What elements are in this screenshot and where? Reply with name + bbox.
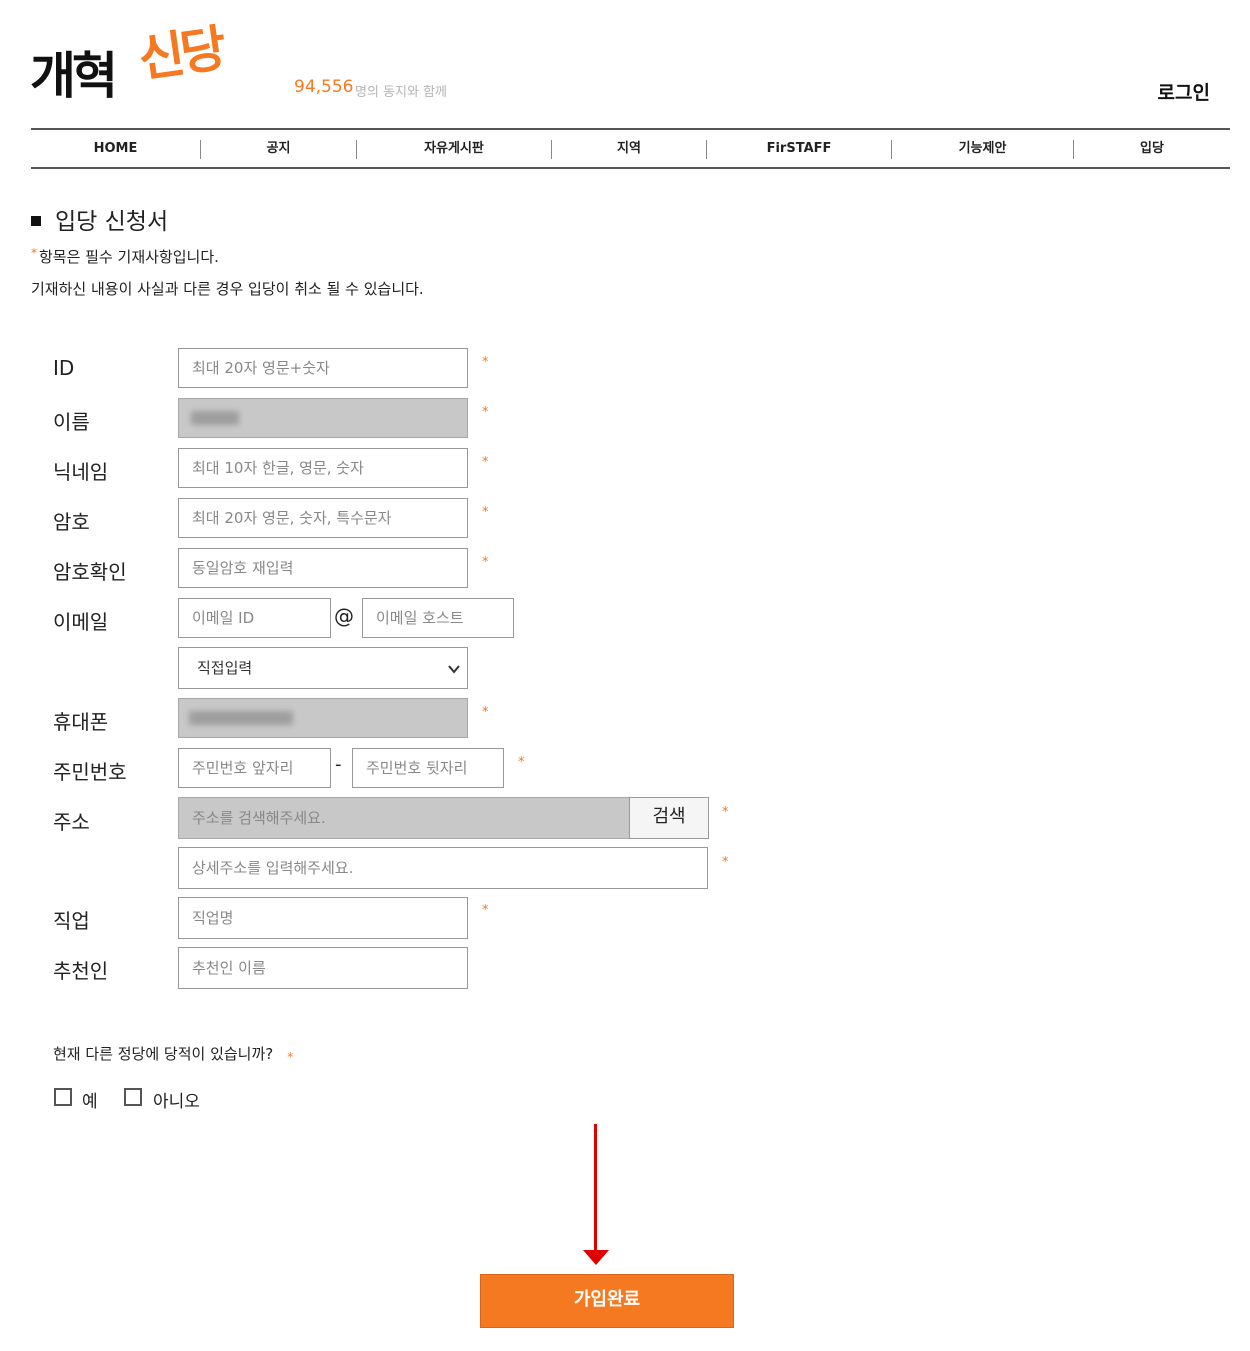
checkbox-no[interactable] [124, 1088, 142, 1106]
email-at-sign: @ [334, 604, 354, 628]
required-star: * [482, 505, 489, 520]
resident-number-label: 주민번호 [53, 760, 127, 784]
resident-dash: - [335, 754, 342, 775]
main-nav: HOME 공지 자유게시판 지역 FirSTAFF 기능제안 입당 [31, 128, 1230, 169]
chevron-down-icon [447, 649, 461, 705]
logo-text-orange: 신당 [134, 19, 227, 89]
password-input[interactable]: 최대 20자 영문, 숫자, 특수문자 [178, 498, 468, 538]
cancel-notice: 기재하신 내용이 사실과 다른 경우 입당이 취소 될 수 있습니다. [31, 280, 424, 298]
id-label: ID [53, 356, 75, 380]
job-label: 직업 [53, 909, 90, 933]
email-domain-select[interactable]: 직접입력 [178, 647, 468, 689]
member-count-suffix: 명의 동지와 함께 [355, 85, 447, 100]
page-title-text: 입당 신청서 [55, 209, 169, 235]
annotation-arrow-line [594, 1124, 597, 1254]
submit-button[interactable]: 가입완료 [480, 1274, 734, 1328]
nav-item-home[interactable]: HOME [31, 130, 200, 167]
nav-item-region[interactable]: 지역 [552, 130, 706, 167]
arrow-down-icon [583, 1250, 609, 1265]
required-star: * [722, 805, 729, 820]
password-label: 암호 [53, 510, 90, 534]
required-star: * [518, 755, 525, 770]
required-star: * [482, 455, 489, 470]
required-star: * [722, 855, 729, 870]
required-notice-text: 항목은 필수 기재사항입니다. [39, 248, 219, 266]
nav-item-free-board[interactable]: 자유게시판 [357, 130, 551, 167]
option-yes-label: 예 [82, 1092, 98, 1112]
logo-text-black: 개혁 [30, 47, 118, 105]
id-input[interactable]: 최대 20자 영문+숫자 [178, 348, 468, 388]
nav-item-notice[interactable]: 공지 [201, 130, 356, 167]
referrer-input[interactable]: 추천인 이름 [178, 947, 468, 989]
member-count: 94,556 [294, 77, 354, 97]
title-bullet-icon [31, 216, 41, 226]
resident-front-input[interactable]: 주민번호 앞자리 [178, 748, 331, 788]
party-question-text: 현재 다른 정당에 당적이 있습니까? [53, 1045, 274, 1063]
required-star: * [482, 705, 489, 720]
required-star: * [482, 555, 489, 570]
login-link[interactable]: 로그인 [1158, 78, 1210, 105]
required-star: * [287, 1050, 294, 1064]
name-input[interactable] [178, 398, 468, 438]
phone-label: 휴대폰 [53, 710, 109, 734]
site-logo[interactable]: 개혁 신당 [30, 14, 260, 106]
nickname-label: 닉네임 [53, 460, 109, 484]
checkbox-yes[interactable] [54, 1088, 72, 1106]
required-star: * [482, 903, 489, 918]
address-detail-input[interactable]: 상세주소를 입력해주세요. [178, 847, 708, 889]
required-star: * [482, 355, 489, 370]
referrer-label: 추천인 [53, 959, 109, 983]
password-confirm-input[interactable]: 동일암호 재입력 [178, 548, 468, 588]
job-input[interactable]: 직업명 [178, 897, 468, 939]
page-title: 입당 신청서 [31, 202, 168, 236]
required-notice: * 항목은 필수 기재사항입니다. [31, 246, 219, 267]
phone-input[interactable] [178, 698, 468, 738]
redacted-value [189, 711, 293, 725]
required-star: * [31, 246, 37, 260]
nav-item-join[interactable]: 입당 [1074, 130, 1230, 167]
resident-back-input[interactable]: 주민번호 뒷자리 [352, 748, 504, 788]
email-domain-selected: 직접입력 [197, 659, 253, 677]
nav-item-feature-suggestion[interactable]: 기능제안 [892, 130, 1073, 167]
address-label: 주소 [53, 810, 90, 834]
required-star: * [482, 405, 489, 420]
name-label: 이름 [53, 410, 90, 434]
email-id-input[interactable]: 이메일 ID [178, 598, 331, 638]
email-label: 이메일 [53, 610, 109, 634]
password-confirm-label: 암호확인 [53, 560, 127, 584]
party-membership-question: 현재 다른 정당에 당적이 있습니까? * [53, 1043, 293, 1064]
nav-item-firstaff[interactable]: FirSTAFF [707, 130, 891, 167]
option-no-label: 아니오 [153, 1092, 200, 1112]
nickname-input[interactable]: 최대 10자 한글, 영문, 숫자 [178, 448, 468, 488]
address-search-input[interactable]: 주소를 검색해주세요. [178, 797, 630, 839]
email-host-input[interactable]: 이메일 호스트 [362, 598, 514, 638]
address-search-button[interactable]: 검색 [629, 797, 709, 839]
redacted-value [191, 411, 239, 425]
